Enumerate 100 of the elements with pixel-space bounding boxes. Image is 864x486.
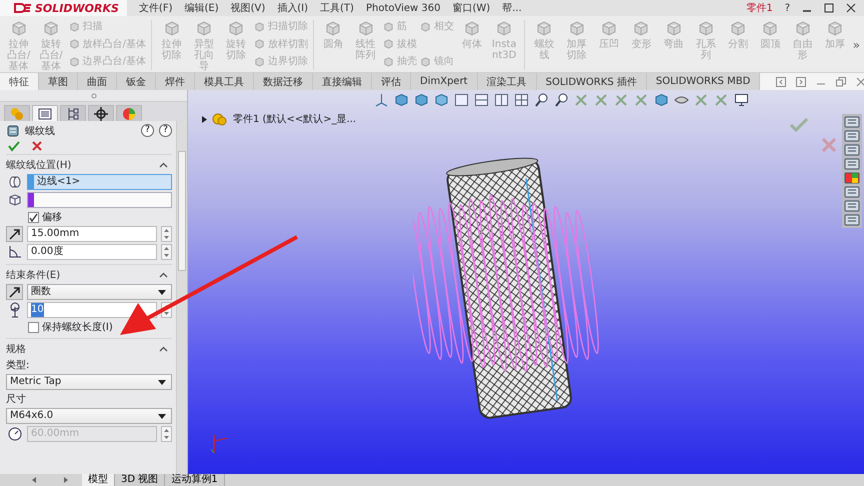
panel-tab[interactable]	[32, 105, 58, 121]
expand-arrow-icon[interactable]	[202, 116, 207, 122]
arrow-icon[interactable]	[8, 227, 22, 241]
block-icon	[254, 38, 265, 49]
single-view-icon[interactable]	[454, 93, 468, 107]
ribbon-tab[interactable]: 曲面	[78, 73, 117, 90]
ribbon-tab[interactable]: DimXpert	[411, 73, 478, 90]
thread-icon	[6, 124, 20, 138]
block-icon	[535, 19, 554, 37]
document-title: 零件1	[746, 2, 773, 15]
scroll-arrows-icon[interactable]	[30, 476, 70, 484]
chevron-icon[interactable]	[159, 272, 168, 278]
checkmark-icon[interactable]	[790, 118, 808, 132]
block-icon	[462, 19, 481, 37]
view-tab[interactable]: 3D 视图	[115, 474, 166, 486]
checkbox[interactable]	[28, 212, 39, 222]
cube-icon[interactable]	[434, 93, 448, 107]
ribbon-tab[interactable]: SOLIDWORKS MBD	[646, 73, 760, 90]
list-icon[interactable]	[844, 186, 860, 198]
four-view-icon[interactable]	[514, 93, 528, 107]
block-icon	[420, 20, 432, 32]
ribbon-tab[interactable]: 评估	[372, 73, 411, 90]
cube-icon[interactable]	[654, 93, 668, 107]
help-button[interactable]: ?	[784, 2, 790, 14]
number-field[interactable]: 15.00mm	[27, 226, 157, 242]
grip-icon[interactable]	[90, 92, 96, 98]
spinner-icon[interactable]	[161, 244, 172, 260]
block-icon	[10, 19, 28, 37]
field-label: 类型:	[6, 358, 30, 372]
dropdown[interactable]: M64x6.0	[6, 408, 172, 424]
block-icon	[194, 19, 213, 37]
section-title: 结束条件(E)	[6, 268, 60, 282]
triad-icon[interactable]	[374, 93, 388, 107]
cube-icon	[8, 193, 22, 207]
tile-right-icon[interactable]	[796, 76, 806, 86]
menu-item[interactable]: 插入(I)	[277, 1, 308, 15]
ribbon-tab[interactable]: 直接编辑	[313, 73, 372, 90]
monitor-icon[interactable]	[734, 93, 748, 107]
ribbon-tab[interactable]: 数据迁移	[254, 73, 313, 90]
zoom-area-icon[interactable]	[554, 93, 568, 107]
number-field[interactable]: 0.00度	[27, 244, 157, 260]
checkmark-icon[interactable]	[8, 140, 20, 152]
block-icon	[254, 20, 265, 32]
menu-item[interactable]: 视图(V)	[230, 1, 266, 15]
menu-item[interactable]: 工具(T)	[320, 1, 354, 15]
number-field[interactable]: 10	[27, 302, 157, 318]
block-icon	[826, 19, 844, 37]
ribbon-tab[interactable]: 钣金	[117, 73, 156, 90]
ribbon-tab[interactable]: 渲染工具	[478, 73, 537, 90]
ribbon-tab[interactable]: 焊件	[156, 73, 195, 90]
chevron-icon[interactable]	[159, 162, 168, 168]
zoom-icon[interactable]	[534, 93, 548, 107]
close-icon[interactable]	[846, 3, 856, 13]
dropdown[interactable]: 圈数	[27, 284, 172, 300]
restore-icon[interactable]	[836, 76, 846, 86]
chevron-icon[interactable]	[159, 346, 168, 352]
scrollbar[interactable]	[176, 121, 187, 474]
maximize-icon[interactable]	[824, 3, 834, 13]
ribbon-tab[interactable]: SOLIDWORKS 插件	[536, 73, 647, 90]
menu-item[interactable]: 帮...	[502, 1, 522, 15]
help-button[interactable]: ?	[141, 124, 154, 137]
color-wheel-icon	[122, 106, 136, 120]
block-icon	[696, 19, 715, 37]
caret-icon	[158, 414, 166, 418]
two-view-icon[interactable]	[494, 93, 508, 107]
block-icon	[568, 19, 586, 37]
tile-left-icon[interactable]	[776, 76, 786, 86]
tree-icon	[66, 106, 80, 120]
cube-icon[interactable]	[414, 93, 428, 107]
angle-icon	[8, 245, 22, 259]
menu-item[interactable]: PhotoView 360	[366, 2, 440, 14]
field-label: 尺寸	[6, 392, 26, 406]
two-view-icon[interactable]	[474, 93, 488, 107]
dropdown[interactable]: Metric Tap	[6, 374, 172, 390]
selection-field[interactable]	[27, 192, 172, 208]
arrow-icon[interactable]	[8, 285, 22, 299]
menu-item[interactable]: 文件(F)	[138, 1, 172, 15]
thread-icon	[8, 302, 22, 318]
view-tab[interactable]: 运动算例1	[165, 474, 225, 486]
logo-text: SOLIDWORKS	[35, 2, 119, 14]
menu-item[interactable]: 窗口(W)	[452, 1, 490, 15]
tree-item[interactable]: 零件1 (默认<<默认>_显...	[233, 112, 356, 126]
color-wheel-icon[interactable]	[844, 172, 860, 184]
selection-field[interactable]: 边线<1>	[27, 174, 172, 190]
spinner-icon[interactable]	[161, 426, 172, 442]
checkbox[interactable]	[28, 322, 39, 332]
spinner-icon[interactable]	[161, 226, 172, 242]
view-tab[interactable]: 模型	[82, 474, 115, 486]
panel-tab[interactable]	[88, 105, 114, 121]
ribbon-tab[interactable]: 模具工具	[195, 73, 254, 90]
help-button[interactable]: ?	[159, 124, 172, 137]
cube-icon[interactable]	[394, 93, 408, 107]
ribbon-tab[interactable]: 特征	[0, 73, 39, 90]
ribbon-tab[interactable]: 草图	[39, 73, 78, 90]
menu-item[interactable]: 编辑(E)	[184, 1, 219, 15]
block-icon	[761, 19, 780, 37]
section-title: 规格	[6, 342, 26, 356]
close-icon[interactable]	[32, 141, 42, 151]
block-icon	[254, 56, 265, 66]
panel-tab[interactable]	[60, 105, 86, 121]
